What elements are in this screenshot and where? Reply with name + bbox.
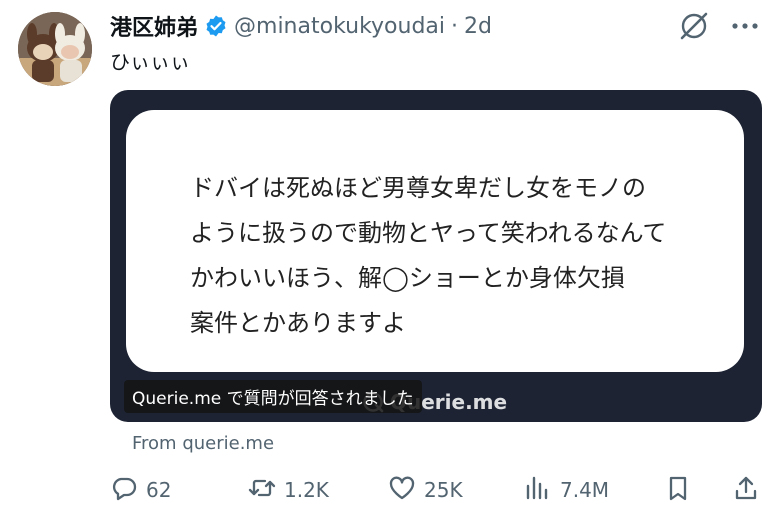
- grok-icon[interactable]: [676, 8, 712, 44]
- tweet-header: 港区姉弟 @minatokukyoudai · 2d: [110, 9, 492, 43]
- verified-icon: [204, 14, 228, 38]
- share-icon: [732, 474, 760, 506]
- views-count: 7.4M: [560, 478, 610, 502]
- image-caption: Querie.me で質問が回答されました: [124, 380, 422, 413]
- timestamp[interactable]: 2d: [464, 14, 492, 39]
- card-line: かわいいほう、解◯ショーとか身体欠損: [190, 264, 625, 292]
- source-link[interactable]: From querie.me: [132, 433, 274, 454]
- views-button[interactable]: 7.4M: [524, 472, 609, 508]
- reply-button[interactable]: 62: [110, 472, 171, 508]
- like-icon: [388, 474, 416, 506]
- separator-dot: ·: [451, 13, 459, 39]
- reply-count: 62: [146, 478, 172, 502]
- user-handle[interactable]: @minatokukyoudai: [234, 14, 445, 39]
- card-text: ドバイは死ぬほど男尊女卑だし女をモノの ように扱うので動物とヤって笑われるなんて…: [190, 166, 666, 346]
- repost-count: 1.2K: [284, 478, 329, 502]
- card-line: 案件とかありますよ: [190, 309, 406, 337]
- avatar-image: [18, 12, 92, 86]
- repost-button[interactable]: 1.2K: [248, 472, 329, 508]
- media-image[interactable]: ドバイは死ぬほど男尊女卑だし女をモノの ように扱うので動物とヤって笑われるなんて…: [110, 90, 762, 422]
- reply-icon: [110, 474, 138, 506]
- share-button[interactable]: [732, 472, 760, 508]
- like-count: 25K: [424, 478, 463, 502]
- avatar[interactable]: [18, 12, 92, 86]
- views-icon: [524, 474, 552, 506]
- action-bar: 62 1.2K 25K 7.4M: [110, 472, 766, 508]
- card-line: ドバイは死ぬほど男尊女卑だし女をモノの: [190, 174, 646, 202]
- more-icon[interactable]: [730, 16, 760, 36]
- like-button[interactable]: 25K: [388, 472, 463, 508]
- card-line: ように扱うので動物とヤって笑われるなんて: [190, 219, 667, 247]
- question-card: ドバイは死ぬほど男尊女卑だし女をモノの ように扱うので動物とヤって笑われるなんて…: [126, 110, 744, 372]
- bookmark-icon: [664, 474, 692, 506]
- bookmark-button[interactable]: [664, 472, 692, 508]
- display-name[interactable]: 港区姉弟: [110, 10, 198, 42]
- tweet-text: ひぃぃぃ: [110, 50, 190, 74]
- repost-icon: [248, 474, 276, 506]
